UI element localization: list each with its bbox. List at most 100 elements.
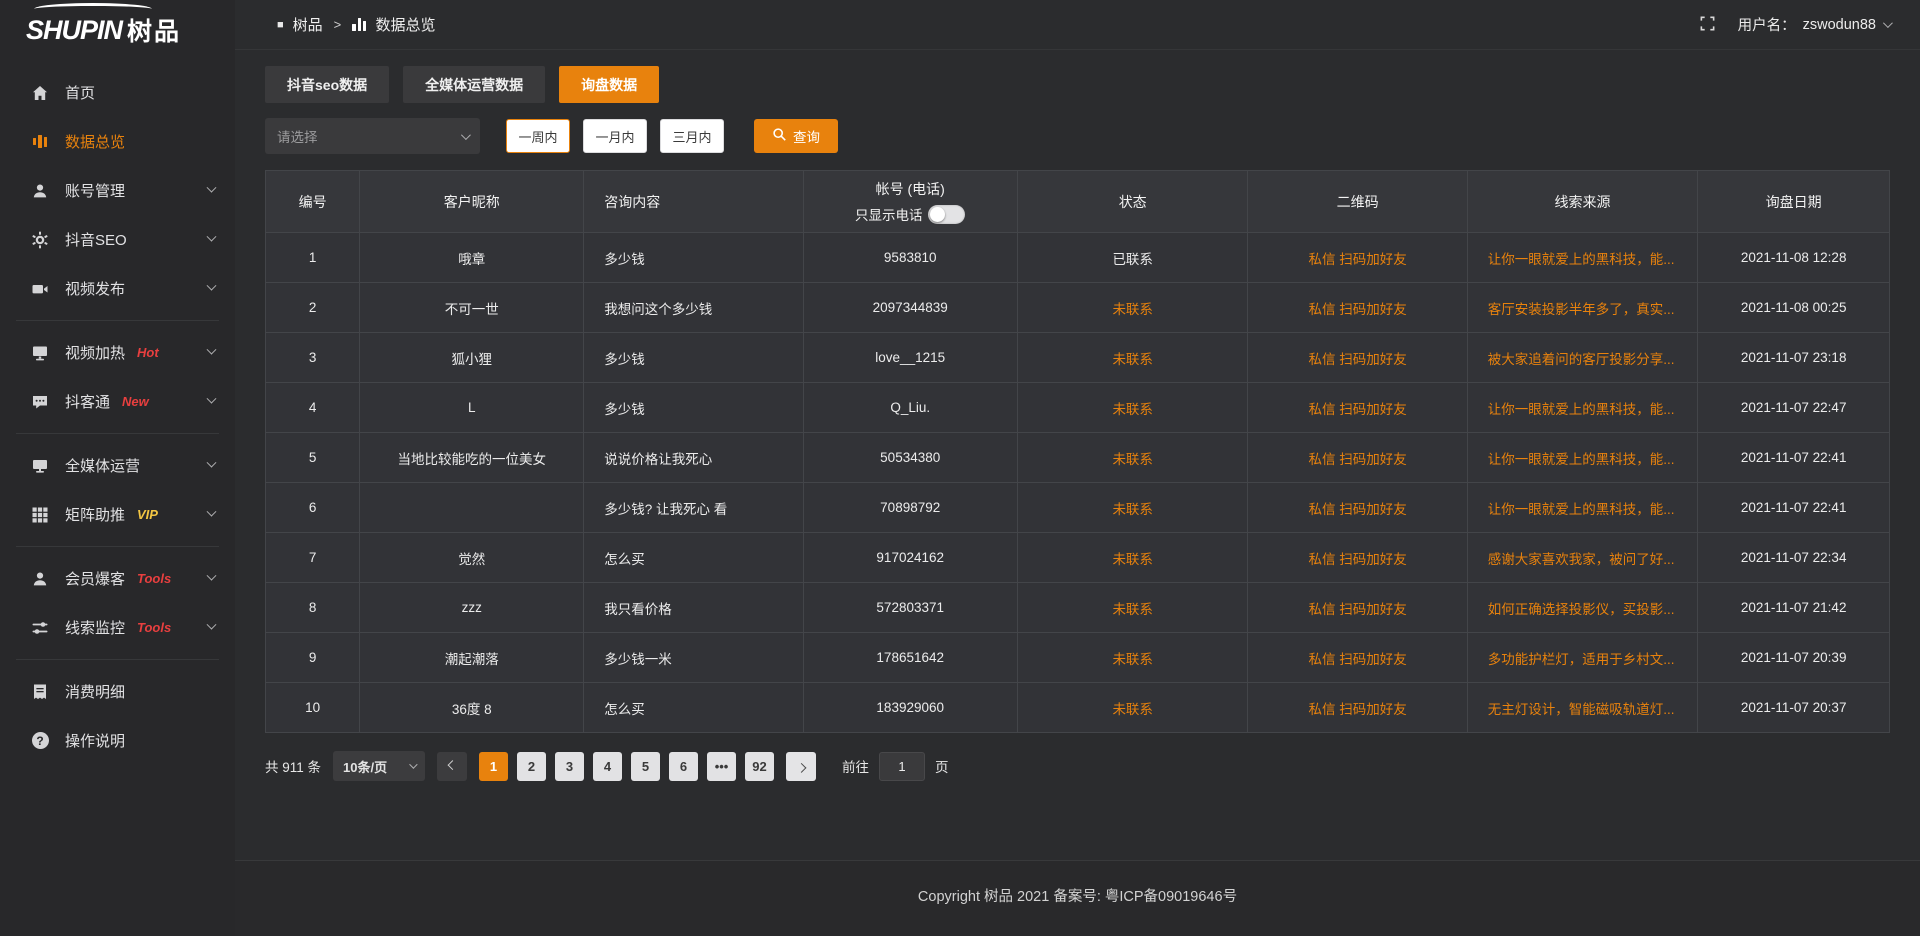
qrcode-links[interactable]: 私信 扫码加好友 bbox=[1308, 352, 1406, 367]
phone-only-toggle[interactable] bbox=[928, 205, 965, 224]
sidebar-item-label: 全媒体运营 bbox=[65, 455, 140, 476]
video-camera-icon bbox=[30, 280, 50, 298]
page-button[interactable]: 1 bbox=[479, 752, 508, 781]
next-page-button[interactable] bbox=[786, 752, 816, 781]
user-dropdown[interactable]: 用户名：zswodun88 bbox=[1738, 14, 1890, 35]
cell-nickname: zzz bbox=[360, 583, 584, 633]
cell-content: 说说价格让我死心 bbox=[584, 433, 803, 483]
page-buttons: 123456 ••• 92 bbox=[479, 752, 774, 781]
source-link[interactable]: 让你一眼就爱上的黑科技，能... bbox=[1488, 402, 1675, 417]
search-button[interactable]: 查询 bbox=[754, 119, 838, 153]
qrcode-links[interactable]: 私信 扫码加好友 bbox=[1308, 652, 1406, 667]
sidebar-item-label: 抖音SEO bbox=[65, 229, 127, 250]
page-button[interactable]: 92 bbox=[745, 752, 774, 781]
tab-button[interactable]: 抖音seo数据 bbox=[265, 66, 389, 103]
page-footer: Copyright 树品 2021 备案号: 粤ICP备09019646号 bbox=[235, 860, 1920, 936]
cell-no: 8 bbox=[266, 583, 360, 633]
source-link[interactable]: 客厅安装投影半年多了，真实... bbox=[1488, 302, 1675, 317]
date-range-buttons: 一周内一月内三月内 bbox=[506, 119, 724, 153]
qrcode-links[interactable]: 私信 扫码加好友 bbox=[1308, 552, 1406, 567]
source-link[interactable]: 被大家追着问的客厅投影分享... bbox=[1488, 352, 1675, 367]
sidebar-item-home[interactable]: 首页 bbox=[0, 68, 235, 117]
sidebar-item-clue-monitor[interactable]: 线索监控 Tools bbox=[0, 603, 235, 652]
cell-qrcode: 私信 扫码加好友 bbox=[1248, 283, 1467, 333]
sidebar-item-matrix-boost[interactable]: 矩阵助推 VIP bbox=[0, 490, 235, 539]
page-button[interactable]: 3 bbox=[555, 752, 584, 781]
sidebar-item-label: 抖客通 bbox=[65, 391, 110, 412]
cell-date: 2021-11-07 20:39 bbox=[1698, 633, 1890, 683]
menu-divider bbox=[16, 433, 219, 434]
tab-button[interactable]: 询盘数据 bbox=[559, 66, 659, 103]
cell-qrcode: 私信 扫码加好友 bbox=[1248, 433, 1467, 483]
filter-select[interactable]: 请选择 bbox=[265, 118, 480, 154]
date-range-button[interactable]: 一周内 bbox=[506, 119, 570, 153]
qrcode-links[interactable]: 私信 扫码加好友 bbox=[1308, 302, 1406, 317]
help-icon: ? bbox=[30, 732, 50, 749]
filter-select-placeholder: 请选择 bbox=[277, 126, 318, 146]
page-button[interactable]: 6 bbox=[669, 752, 698, 781]
sidebar-item-douyin-seo[interactable]: 抖音SEO bbox=[0, 215, 235, 264]
sidebar-item-video-publish[interactable]: 视频发布 bbox=[0, 264, 235, 313]
cell-nickname bbox=[360, 483, 584, 533]
cell-qrcode: 私信 扫码加好友 bbox=[1248, 483, 1467, 533]
tab-button[interactable]: 全媒体运营数据 bbox=[403, 66, 545, 103]
chevron-down-icon bbox=[207, 232, 217, 242]
qrcode-links[interactable]: 私信 扫码加好友 bbox=[1308, 502, 1406, 517]
page-size-select[interactable]: 10条/页 bbox=[333, 751, 425, 781]
status-badge: 未联系 bbox=[1112, 302, 1153, 317]
cell-qrcode: 私信 扫码加好友 bbox=[1248, 233, 1467, 283]
page-button[interactable]: 2 bbox=[517, 752, 546, 781]
qrcode-links[interactable]: 私信 扫码加好友 bbox=[1308, 602, 1406, 617]
user-area: 用户名：zswodun88 bbox=[1699, 14, 1890, 35]
qrcode-links[interactable]: 私信 扫码加好友 bbox=[1308, 252, 1406, 267]
chevron-down-icon bbox=[207, 620, 217, 630]
source-link[interactable]: 感谢大家喜欢我家，被问了好... bbox=[1488, 552, 1675, 567]
status-badge: 未联系 bbox=[1112, 502, 1153, 517]
qrcode-links[interactable]: 私信 扫码加好友 bbox=[1308, 702, 1406, 717]
source-link[interactable]: 让你一眼就爱上的黑科技，能... bbox=[1488, 252, 1675, 267]
chevron-down-icon bbox=[207, 345, 217, 355]
sidebar-item-operation-guide[interactable]: ? 操作说明 bbox=[0, 716, 235, 765]
bar-chart-icon bbox=[30, 135, 50, 149]
fullscreen-icon[interactable] bbox=[1699, 15, 1716, 35]
cell-qrcode: 私信 扫码加好友 bbox=[1248, 533, 1467, 583]
source-link[interactable]: 无主灯设计，智能磁吸轨道灯... bbox=[1488, 702, 1675, 717]
cell-content: 怎么买 bbox=[584, 683, 803, 733]
page-jump-input[interactable] bbox=[879, 752, 925, 781]
sidebar-item-member-baoke[interactable]: 会员爆客 Tools bbox=[0, 554, 235, 603]
source-link[interactable]: 多功能护栏灯，适用于乡村文... bbox=[1488, 652, 1675, 667]
page-button[interactable]: 4 bbox=[593, 752, 622, 781]
phone-only-label: 只显示电话 bbox=[855, 204, 923, 224]
table-row: 10 36度 8 怎么买 183929060 未联系 私信 扫码加好友 无主灯设… bbox=[266, 683, 1890, 733]
page-button[interactable]: ••• bbox=[707, 752, 736, 781]
qrcode-links[interactable]: 私信 扫码加好友 bbox=[1308, 452, 1406, 467]
sidebar-item-video-heat[interactable]: 视频加热 Hot bbox=[0, 328, 235, 377]
qrcode-links[interactable]: 私信 扫码加好友 bbox=[1308, 402, 1406, 417]
toggle-knob-icon bbox=[930, 207, 945, 222]
sidebar-item-label: 线索监控 bbox=[65, 617, 125, 638]
cell-nickname: 不可一世 bbox=[360, 283, 584, 333]
sidebar-item-expense-detail[interactable]: 消费明细 bbox=[0, 667, 235, 716]
search-label: 查询 bbox=[793, 126, 820, 146]
prev-page-button[interactable] bbox=[437, 752, 467, 781]
chevron-down-icon bbox=[461, 130, 471, 140]
cell-nickname: 当地比较能吃的一位美女 bbox=[360, 433, 584, 483]
source-link[interactable]: 如何正确选择投影仪，买投影... bbox=[1488, 602, 1675, 617]
col-source: 线索来源 bbox=[1467, 171, 1698, 233]
col-no: 编号 bbox=[266, 171, 360, 233]
page-button[interactable]: 5 bbox=[631, 752, 660, 781]
source-link[interactable]: 让你一眼就爱上的黑科技，能... bbox=[1488, 502, 1675, 517]
date-range-button[interactable]: 一月内 bbox=[583, 119, 647, 153]
sidebar-item-doukotong[interactable]: 抖客通 New bbox=[0, 377, 235, 426]
sidebar-item-account-management[interactable]: 账号管理 bbox=[0, 166, 235, 215]
brand-logo[interactable]: SHUPIN 树品 bbox=[0, 0, 235, 60]
cell-date: 2021-11-07 23:18 bbox=[1698, 333, 1890, 383]
table-row: 7 觉然 怎么买 917024162 未联系 私信 扫码加好友 感谢大家喜欢我家… bbox=[266, 533, 1890, 583]
cell-account: 50534380 bbox=[803, 433, 1017, 483]
sidebar-item-media-operation[interactable]: 全媒体运营 bbox=[0, 441, 235, 490]
grid-icon bbox=[30, 506, 50, 524]
date-range-button[interactable]: 三月内 bbox=[660, 119, 724, 153]
sidebar-item-data-overview[interactable]: 数据总览 bbox=[0, 117, 235, 166]
source-link[interactable]: 让你一眼就爱上的黑科技，能... bbox=[1488, 452, 1675, 467]
breadcrumb-root[interactable]: 树品 bbox=[293, 14, 323, 35]
